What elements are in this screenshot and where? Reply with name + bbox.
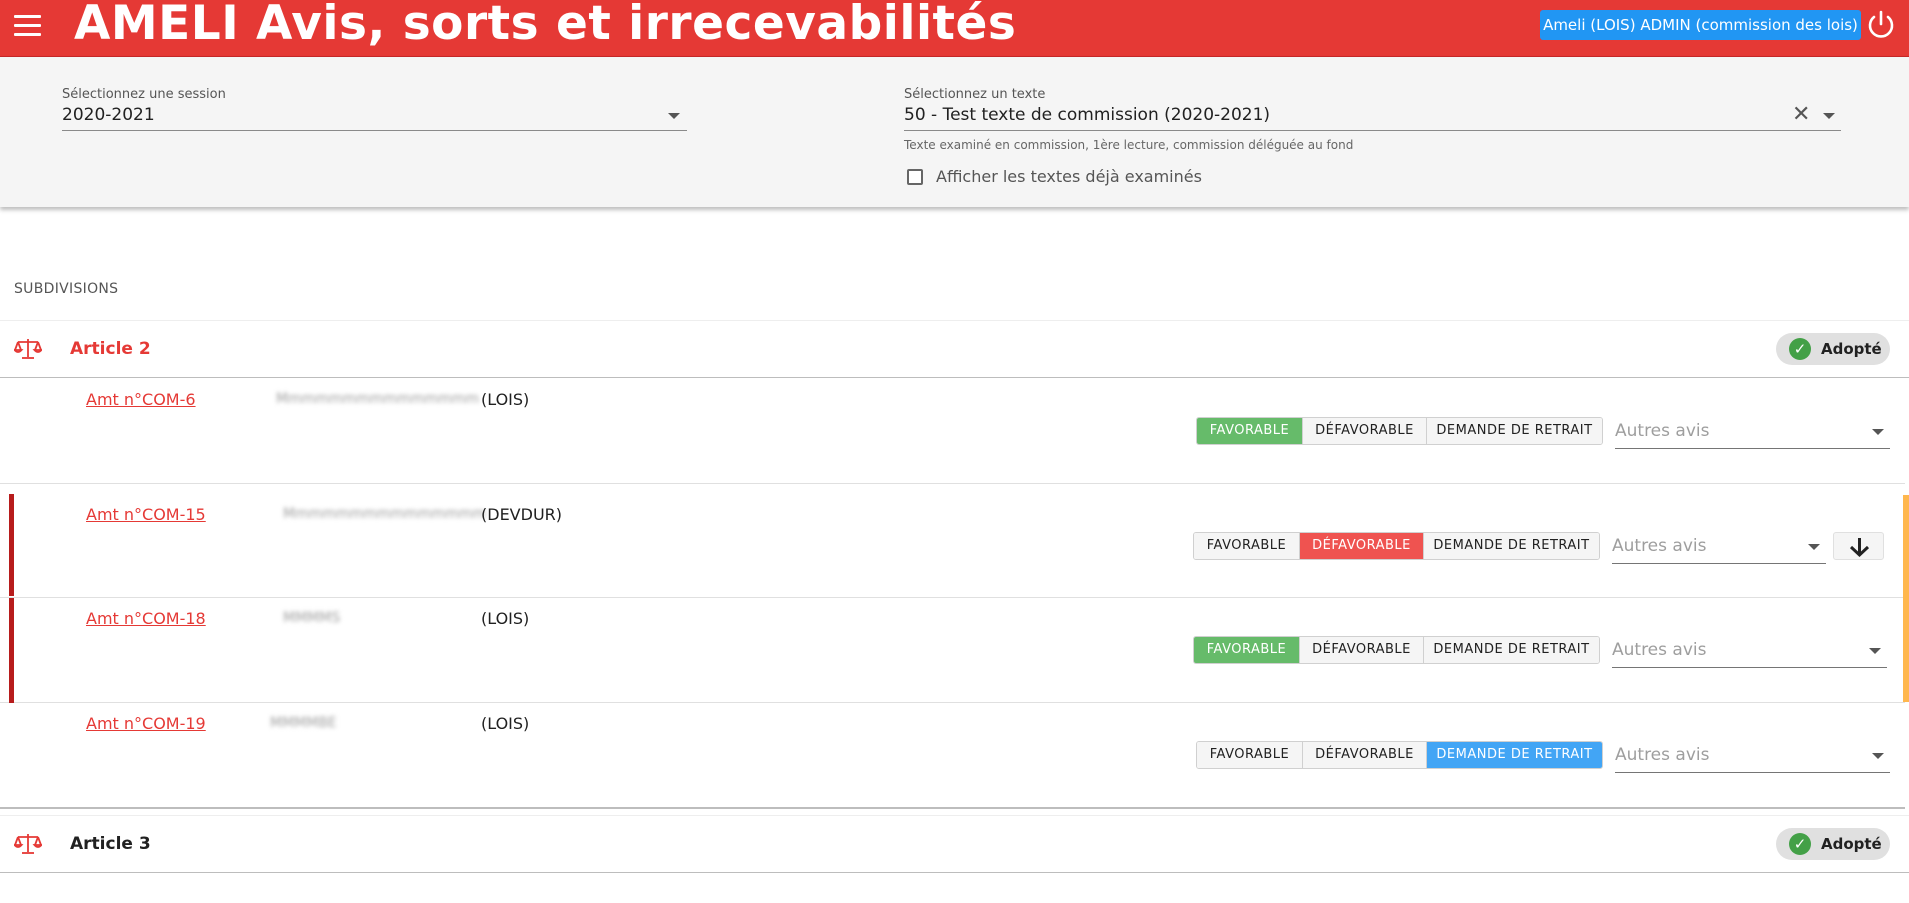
favorable-button[interactable]: FAVORABLE — [1197, 418, 1303, 444]
defavorable-button[interactable]: DÉFAVORABLE — [1300, 533, 1424, 559]
amendement-link[interactable]: Amt n°COM-19 — [86, 714, 206, 733]
retrait-button[interactable]: DEMANDE DE RETRAIT — [1427, 418, 1602, 444]
amendement-row: Amt n°COM-19 MMMMBE (LOIS) FAVORABLE DÉF… — [0, 703, 1905, 809]
avis-button-group: FAVORABLE DÉFAVORABLE DEMANDE DE RETRAIT — [1193, 532, 1600, 560]
avis-button-group: FAVORABLE DÉFAVORABLE DEMANDE DE RETRAIT — [1193, 636, 1600, 664]
section-label: SUBDIVISIONS — [14, 281, 119, 297]
move-down-button[interactable] — [1833, 532, 1884, 560]
app-title: AMELI Avis, sorts et irrecevabilités — [74, 0, 1017, 51]
autres-caret-icon[interactable] — [1872, 429, 1884, 435]
texte-value[interactable]: 50 - Test texte de commission (2020-2021… — [904, 105, 1270, 125]
article-row[interactable]: Article 3 ✓ Adopté — [0, 815, 1909, 873]
amendement-row: Amt n°COM-15 Mmmmmmmmmmmmmmm (DEVDUR) FA… — [0, 484, 1905, 598]
autres-avis-placeholder[interactable]: Autres avis — [1612, 640, 1706, 660]
session-label: Sélectionnez une session — [62, 87, 226, 102]
author-name: MMMMS — [283, 610, 341, 626]
power-icon[interactable] — [1865, 9, 1897, 41]
avis-button-group: FAVORABLE DÉFAVORABLE DEMANDE DE RETRAIT — [1196, 417, 1603, 445]
examined-checkbox[interactable] — [907, 169, 923, 185]
amendement-link[interactable]: Amt n°COM-6 — [86, 390, 196, 409]
clear-icon[interactable]: ✕ — [1792, 104, 1810, 126]
autres-caret-icon[interactable] — [1808, 544, 1820, 550]
author-name: MMMMBE — [270, 715, 337, 731]
filter-panel: Sélectionnez une session 2020-2021 Sélec… — [0, 57, 1909, 207]
app-bar: AMELI Avis, sorts et irrecevabilités Ame… — [0, 0, 1909, 57]
article-title[interactable]: Article 2 — [70, 339, 151, 359]
session-underline — [62, 130, 687, 131]
autres-avis-placeholder[interactable]: Autres avis — [1615, 421, 1709, 441]
texte-underline — [904, 130, 1841, 131]
autres-avis-placeholder[interactable]: Autres avis — [1615, 745, 1709, 765]
scale-icon — [14, 339, 42, 359]
left-marker — [9, 494, 14, 596]
user-button[interactable]: Ameli (LOIS) ADMIN (commission des lois) — [1540, 10, 1861, 40]
autres-avis-select[interactable]: Autres avis — [1612, 532, 1826, 564]
status-badge-label: Adopté — [1821, 835, 1882, 853]
session-caret-icon[interactable] — [668, 113, 680, 119]
autres-caret-icon[interactable] — [1872, 753, 1884, 759]
autres-caret-icon[interactable] — [1869, 648, 1881, 654]
amendement-link[interactable]: Amt n°COM-15 — [86, 505, 206, 524]
session-value[interactable]: 2020-2021 — [62, 105, 155, 125]
autres-avis-select[interactable]: Autres avis — [1615, 417, 1890, 449]
texte-hint: Texte examiné en commission, 1ère lectur… — [904, 138, 1354, 152]
scale-icon — [14, 834, 42, 854]
author-name: Mmmmmmmmmmmmmmm — [276, 391, 480, 407]
commission-label: (LOIS) — [481, 714, 530, 733]
examined-checkbox-label[interactable]: Afficher les textes déjà examinés — [936, 167, 1202, 186]
defavorable-button[interactable]: DÉFAVORABLE — [1303, 418, 1427, 444]
favorable-button[interactable]: FAVORABLE — [1194, 533, 1300, 559]
texte-caret-icon[interactable] — [1823, 113, 1835, 119]
status-badge: ✓ Adopté — [1776, 828, 1890, 860]
autres-avis-select[interactable]: Autres avis — [1615, 741, 1890, 773]
defavorable-button[interactable]: DÉFAVORABLE — [1303, 742, 1427, 768]
favorable-button[interactable]: FAVORABLE — [1194, 637, 1300, 663]
commission-label: (LOIS) — [481, 609, 530, 628]
commission-label: (LOIS) — [481, 390, 530, 409]
retrait-button[interactable]: DEMANDE DE RETRAIT — [1424, 637, 1599, 663]
retrait-button[interactable]: DEMANDE DE RETRAIT — [1424, 533, 1599, 559]
avis-button-group: FAVORABLE DÉFAVORABLE DEMANDE DE RETRAIT — [1196, 741, 1603, 769]
status-badge-label: Adopté — [1821, 340, 1882, 358]
favorable-button[interactable]: FAVORABLE — [1197, 742, 1303, 768]
autres-avis-select[interactable]: Autres avis — [1612, 636, 1887, 668]
texte-label: Sélectionnez un texte — [904, 87, 1046, 102]
author-name: Mmmmmmmmmmmmmmm — [283, 506, 487, 522]
amendement-link[interactable]: Amt n°COM-18 — [86, 609, 206, 628]
defavorable-button[interactable]: DÉFAVORABLE — [1300, 637, 1424, 663]
arrow-down-icon — [1849, 538, 1870, 558]
right-marker — [1903, 495, 1909, 702]
status-badge: ✓ Adopté — [1776, 333, 1890, 365]
menu-icon[interactable] — [14, 15, 41, 37]
commission-label: (DEVDUR) — [481, 505, 563, 524]
check-icon: ✓ — [1789, 833, 1811, 855]
check-icon: ✓ — [1789, 338, 1811, 360]
article-row[interactable]: Article 2 ✓ Adopté — [0, 320, 1909, 378]
autres-avis-placeholder[interactable]: Autres avis — [1612, 536, 1706, 556]
left-marker — [9, 598, 14, 703]
retrait-button[interactable]: DEMANDE DE RETRAIT — [1427, 742, 1602, 768]
article-title[interactable]: Article 3 — [70, 834, 151, 854]
amendement-row: Amt n°COM-6 Mmmmmmmmmmmmmmm (LOIS) FAVOR… — [0, 379, 1905, 484]
amendement-row: Amt n°COM-18 MMMMS (LOIS) FAVORABLE DÉFA… — [0, 598, 1905, 703]
